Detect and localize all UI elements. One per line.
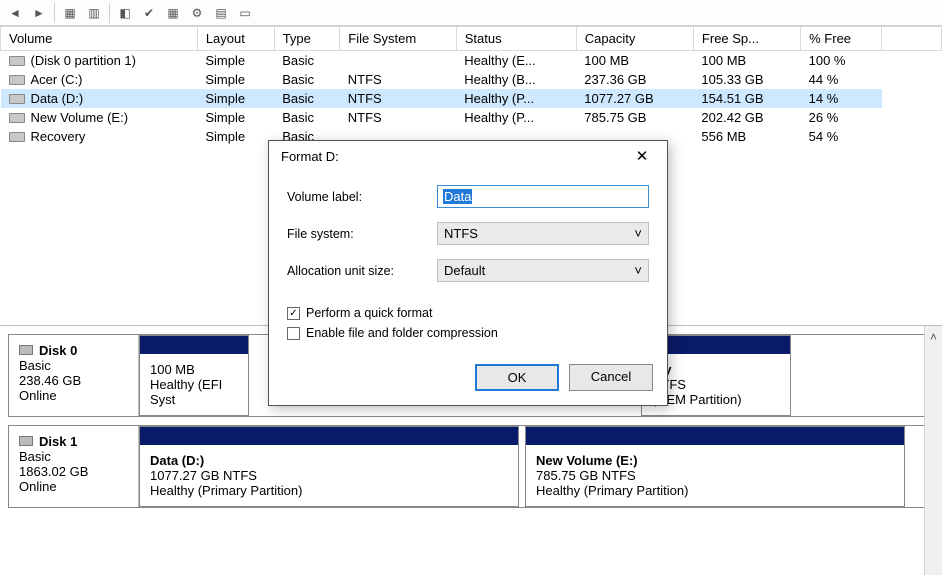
column-header[interactable]: Status: [456, 27, 576, 51]
column-header[interactable]: Volume: [1, 27, 198, 51]
disk-info: Disk 0Basic238.46 GBOnline: [9, 335, 139, 416]
drive-icon: [9, 132, 25, 142]
table-row[interactable]: Data (D:)SimpleBasicNTFSHealthy (P...107…: [1, 89, 942, 108]
column-header[interactable]: % Free: [801, 27, 882, 51]
column-header[interactable]: File System: [340, 27, 456, 51]
tool-icon[interactable]: ▥: [83, 2, 105, 24]
table-row[interactable]: (Disk 0 partition 1)SimpleBasicHealthy (…: [1, 51, 942, 71]
partition[interactable]: 100 MBHealthy (EFI Syst: [139, 335, 249, 416]
column-header[interactable]: Free Sp...: [693, 27, 800, 51]
disk-row: Disk 1Basic1863.02 GBOnlineData (D:)1077…: [8, 425, 932, 508]
ok-button[interactable]: OK: [475, 364, 559, 391]
cancel-button[interactable]: Cancel: [569, 364, 653, 391]
forward-icon[interactable]: ►: [28, 2, 50, 24]
back-icon[interactable]: ◄: [4, 2, 26, 24]
tool-icon[interactable]: ✔: [138, 2, 160, 24]
column-header[interactable]: Capacity: [576, 27, 693, 51]
drive-icon: [9, 75, 25, 85]
drive-icon: [9, 113, 25, 123]
chevron-down-icon: ˅: [634, 226, 642, 241]
tool-icon[interactable]: ◧: [114, 2, 136, 24]
file-system-select[interactable]: NTFS˅: [437, 222, 649, 245]
column-header[interactable]: Layout: [197, 27, 274, 51]
dialog-title: Format D:: [281, 149, 339, 164]
tool-icon[interactable]: ▦: [59, 2, 81, 24]
compression-label: Enable file and folder compression: [306, 326, 498, 340]
toolbar: ◄ ► ▦ ▥ ◧ ✔ ▦ ⚙ ▤ ▭: [0, 0, 942, 26]
allocation-unit-label: Allocation unit size:: [287, 264, 437, 278]
file-system-label: File system:: [287, 227, 437, 241]
table-row[interactable]: Acer (C:)SimpleBasicNTFSHealthy (B...237…: [1, 70, 942, 89]
disk-info: Disk 1Basic1863.02 GBOnline: [9, 426, 139, 507]
allocation-unit-select[interactable]: Default˅: [437, 259, 649, 282]
drive-icon: [9, 94, 25, 104]
format-dialog: Format D: ✕ Volume label: Data File syst…: [268, 140, 668, 406]
partition[interactable]: New Volume (E:)785.75 GB NTFSHealthy (Pr…: [525, 426, 905, 507]
column-header[interactable]: Type: [274, 27, 340, 51]
partition[interactable]: Data (D:)1077.27 GB NTFSHealthy (Primary…: [139, 426, 519, 507]
scrollbar[interactable]: ˄: [924, 326, 942, 575]
quick-format-label: Perform a quick format: [306, 306, 432, 320]
table-row[interactable]: New Volume (E:)SimpleBasicNTFSHealthy (P…: [1, 108, 942, 127]
quick-format-checkbox[interactable]: ✓: [287, 307, 300, 320]
volume-label-label: Volume label:: [287, 190, 437, 204]
tool-icon[interactable]: ▦: [162, 2, 184, 24]
volume-label-input[interactable]: Data: [437, 185, 649, 208]
chevron-up-icon[interactable]: ˄: [930, 330, 937, 344]
tool-icon[interactable]: ▤: [210, 2, 232, 24]
chevron-down-icon: ˅: [634, 263, 642, 278]
close-icon[interactable]: ✕: [627, 147, 657, 165]
tool-icon[interactable]: ⚙: [186, 2, 208, 24]
tool-icon[interactable]: ▭: [234, 2, 256, 24]
compression-checkbox[interactable]: [287, 327, 300, 340]
drive-icon: [9, 56, 25, 66]
